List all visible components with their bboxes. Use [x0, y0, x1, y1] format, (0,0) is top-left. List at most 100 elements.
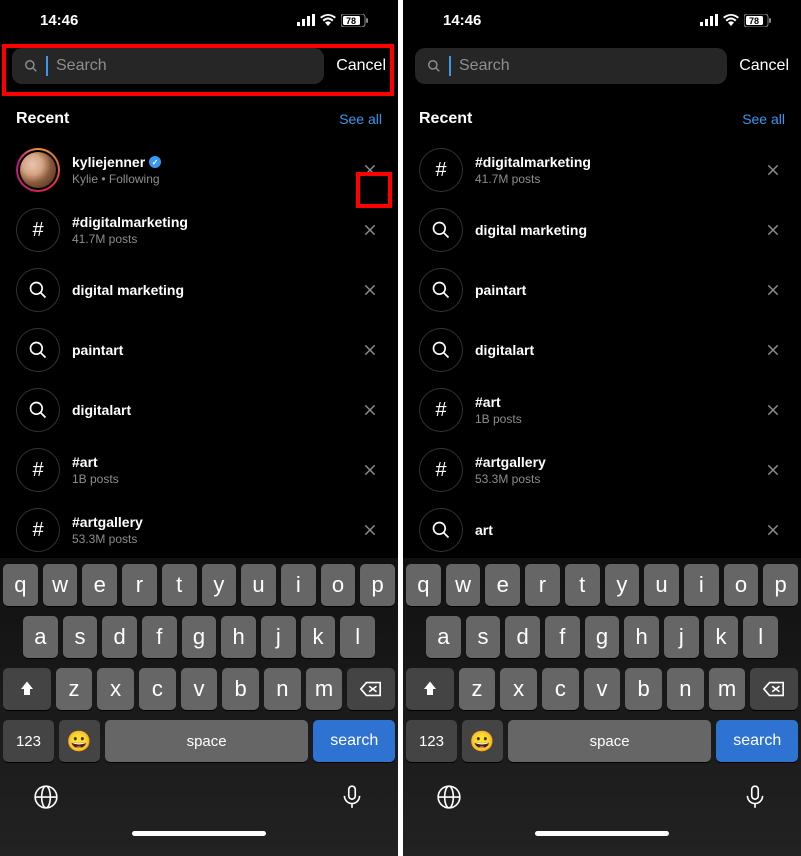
- remove-item-button[interactable]: [761, 463, 785, 477]
- home-indicator[interactable]: [535, 831, 669, 836]
- search-input[interactable]: [459, 57, 715, 75]
- key-e[interactable]: e: [82, 564, 117, 606]
- key-k[interactable]: k: [704, 616, 739, 658]
- key-d[interactable]: d: [505, 616, 540, 658]
- list-item[interactable]: kyliejenner✓Kylie • Following: [0, 140, 398, 200]
- key-s[interactable]: s: [466, 616, 501, 658]
- list-item[interactable]: art: [403, 500, 801, 558]
- list-item[interactable]: ##art1B posts: [0, 440, 398, 500]
- key-d[interactable]: d: [102, 616, 137, 658]
- key-o[interactable]: o: [321, 564, 356, 606]
- key-y[interactable]: y: [605, 564, 640, 606]
- remove-item-button[interactable]: [358, 523, 382, 537]
- key-t[interactable]: t: [162, 564, 197, 606]
- mic-icon[interactable]: [742, 784, 768, 815]
- remove-item-button[interactable]: [761, 343, 785, 357]
- search-input-wrap[interactable]: [415, 48, 727, 84]
- globe-icon[interactable]: [436, 784, 462, 815]
- shift-key[interactable]: [406, 668, 454, 710]
- key-p[interactable]: p: [360, 564, 395, 606]
- key-g[interactable]: g: [182, 616, 217, 658]
- key-n[interactable]: n: [667, 668, 704, 710]
- search-key[interactable]: search: [313, 720, 395, 762]
- key-p[interactable]: p: [763, 564, 798, 606]
- key-j[interactable]: j: [261, 616, 296, 658]
- key-g[interactable]: g: [585, 616, 620, 658]
- key-s[interactable]: s: [63, 616, 98, 658]
- key-i[interactable]: i: [684, 564, 719, 606]
- mic-icon[interactable]: [339, 784, 365, 815]
- space-key[interactable]: space: [508, 720, 712, 762]
- remove-item-button[interactable]: [761, 163, 785, 177]
- key-j[interactable]: j: [664, 616, 699, 658]
- list-item[interactable]: digitalart: [403, 320, 801, 380]
- remove-item-button[interactable]: [761, 403, 785, 417]
- key-o[interactable]: o: [724, 564, 759, 606]
- key-e[interactable]: e: [485, 564, 520, 606]
- key-v[interactable]: v: [181, 668, 218, 710]
- key-a[interactable]: a: [426, 616, 461, 658]
- key-w[interactable]: w: [446, 564, 481, 606]
- space-key[interactable]: space: [105, 720, 309, 762]
- key-u[interactable]: u: [644, 564, 679, 606]
- shift-key[interactable]: [3, 668, 51, 710]
- remove-item-button[interactable]: [358, 223, 382, 237]
- key-c[interactable]: c: [542, 668, 579, 710]
- key-m[interactable]: m: [306, 668, 343, 710]
- key-x[interactable]: x: [500, 668, 537, 710]
- backspace-key[interactable]: [750, 668, 798, 710]
- list-item[interactable]: digitalart: [0, 380, 398, 440]
- remove-item-button[interactable]: [358, 343, 382, 357]
- list-item[interactable]: ##artgallery53.3M posts: [0, 500, 398, 558]
- list-item[interactable]: digital marketing: [403, 200, 801, 260]
- remove-item-button[interactable]: [761, 283, 785, 297]
- list-item[interactable]: ##art1B posts: [403, 380, 801, 440]
- key-u[interactable]: u: [241, 564, 276, 606]
- key-l[interactable]: l: [340, 616, 375, 658]
- list-item[interactable]: paintart: [0, 320, 398, 380]
- home-indicator[interactable]: [132, 831, 266, 836]
- list-item[interactable]: digital marketing: [0, 260, 398, 320]
- cancel-button[interactable]: Cancel: [739, 57, 789, 75]
- key-b[interactable]: b: [625, 668, 662, 710]
- list-item[interactable]: ##digitalmarketing41.7M posts: [0, 200, 398, 260]
- key-b[interactable]: b: [222, 668, 259, 710]
- list-item[interactable]: ##artgallery53.3M posts: [403, 440, 801, 500]
- key-q[interactable]: q: [406, 564, 441, 606]
- list-item[interactable]: paintart: [403, 260, 801, 320]
- remove-item-button[interactable]: [761, 523, 785, 537]
- see-all-link[interactable]: See all: [339, 111, 382, 127]
- remove-item-button[interactable]: [358, 283, 382, 297]
- remove-item-button[interactable]: [358, 463, 382, 477]
- key-c[interactable]: c: [139, 668, 176, 710]
- numeric-key[interactable]: 123: [406, 720, 457, 762]
- emoji-key[interactable]: 😀: [462, 720, 503, 762]
- remove-item-button[interactable]: [761, 223, 785, 237]
- key-a[interactable]: a: [23, 616, 58, 658]
- key-q[interactable]: q: [3, 564, 38, 606]
- key-z[interactable]: z: [56, 668, 93, 710]
- key-k[interactable]: k: [301, 616, 336, 658]
- key-y[interactable]: y: [202, 564, 237, 606]
- numeric-key[interactable]: 123: [3, 720, 54, 762]
- key-f[interactable]: f: [545, 616, 580, 658]
- emoji-key[interactable]: 😀: [59, 720, 100, 762]
- key-h[interactable]: h: [221, 616, 256, 658]
- key-i[interactable]: i: [281, 564, 316, 606]
- globe-icon[interactable]: [33, 784, 59, 815]
- key-n[interactable]: n: [264, 668, 301, 710]
- key-m[interactable]: m: [709, 668, 746, 710]
- key-v[interactable]: v: [584, 668, 621, 710]
- key-r[interactable]: r: [122, 564, 157, 606]
- search-key[interactable]: search: [716, 720, 798, 762]
- key-l[interactable]: l: [743, 616, 778, 658]
- key-z[interactable]: z: [459, 668, 496, 710]
- key-t[interactable]: t: [565, 564, 600, 606]
- list-item[interactable]: ##digitalmarketing41.7M posts: [403, 140, 801, 200]
- remove-item-button[interactable]: [358, 403, 382, 417]
- see-all-link[interactable]: See all: [742, 111, 785, 127]
- key-x[interactable]: x: [97, 668, 134, 710]
- key-w[interactable]: w: [43, 564, 78, 606]
- backspace-key[interactable]: [347, 668, 395, 710]
- key-h[interactable]: h: [624, 616, 659, 658]
